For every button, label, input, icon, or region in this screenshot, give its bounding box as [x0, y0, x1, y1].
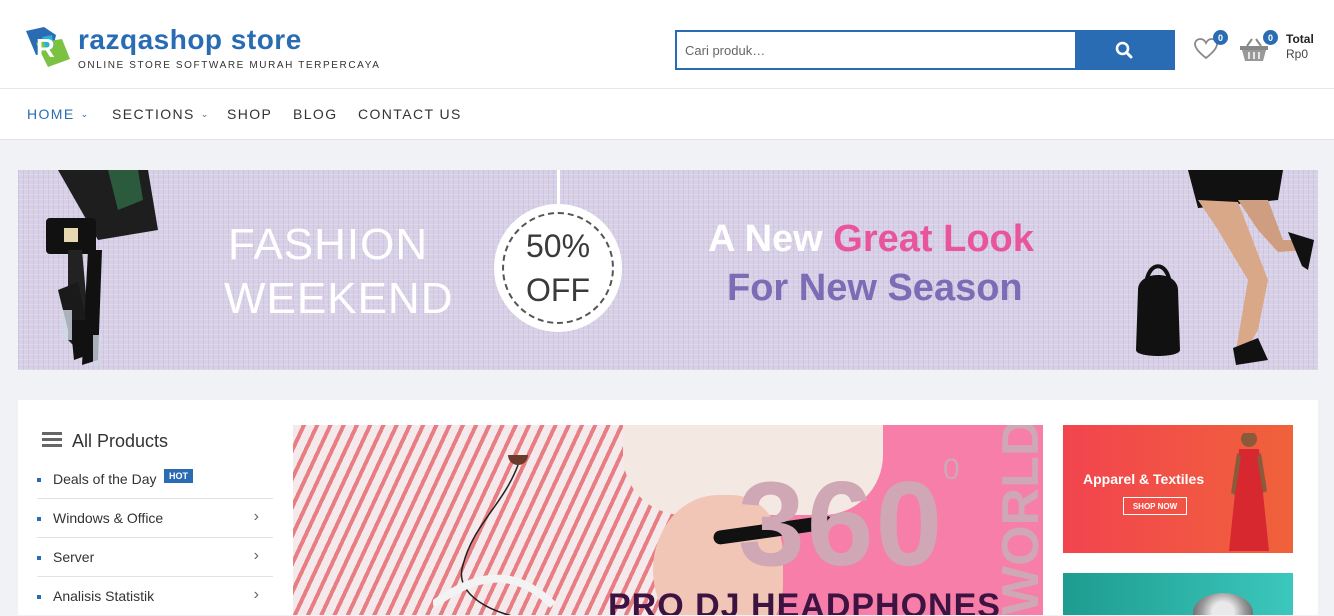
discount-off: OFF: [526, 272, 590, 308]
hero-tagline-line1: A New Great Look: [708, 218, 1034, 261]
svg-text:R: R: [36, 33, 55, 63]
bullet-icon: [37, 595, 41, 599]
wishlist-count-badge: 0: [1213, 30, 1228, 45]
nav-sections-label: SECTIONS: [112, 106, 195, 122]
nav-home-label: HOME: [27, 106, 75, 122]
main-nav: HOME ⌄ SECTIONS ⌄ SHOP BLOG CONTACT US: [0, 89, 1334, 140]
fashion-model-left-image: [46, 170, 158, 365]
model-in-red-dress-image: [1229, 433, 1269, 551]
menu-icon[interactable]: [42, 432, 62, 448]
category-item[interactable]: Analisis Statistik ›: [37, 577, 273, 616]
bullet-icon: [37, 478, 41, 482]
discount-percent: 50%: [525, 228, 591, 264]
chevron-down-icon: ⌄: [80, 109, 90, 119]
bullet-icon: [37, 556, 41, 560]
jewelry-image: [1193, 593, 1253, 615]
apparel-promo-title: Apparel & Textiles: [1083, 471, 1205, 487]
hero-banner[interactable]: FASHION WEEKEND 50% OFF A New Great Look…: [18, 170, 1318, 370]
promo-big-number: 360: [738, 457, 945, 591]
promo-degree: 0: [943, 453, 960, 486]
category-label: Analisis Statistik: [53, 588, 155, 604]
cart-total-label[interactable]: Total: [1286, 32, 1314, 46]
nav-contact-us[interactable]: CONTACT US: [358, 106, 462, 122]
search-bar: [675, 30, 1175, 70]
search-icon: [1115, 41, 1133, 59]
jewelry-promo-banner[interactable]: [1063, 573, 1293, 615]
cart-total-value[interactable]: Rp0: [1286, 47, 1308, 61]
fashion-model-right-image: [1136, 170, 1314, 365]
search-button[interactable]: [1075, 32, 1173, 68]
nav-sections[interactable]: SECTIONS ⌄: [112, 106, 210, 122]
headphones-promo-banner[interactable]: 360 0 WORLD PRO DJ HEADPHONES: [293, 425, 1043, 615]
nav-home[interactable]: HOME ⌄: [27, 106, 90, 122]
hero-tagline-part2: Great Look: [833, 218, 1034, 260]
apparel-promo-banner[interactable]: Apparel & Textiles SHOP NOW: [1063, 425, 1293, 553]
hero-tagline-part1: A New: [708, 218, 834, 260]
chevron-right-icon: ›: [253, 586, 259, 603]
chevron-right-icon: ›: [253, 508, 259, 525]
category-label: Windows & Office: [53, 510, 164, 526]
chevron-right-icon: ›: [253, 547, 259, 564]
site-tagline: ONLINE STORE SOFTWARE MURAH TERPERCAYA: [78, 60, 381, 71]
site-header: R razqashop store ONLINE STORE SOFTWARE …: [0, 0, 1334, 89]
search-input[interactable]: [677, 32, 1075, 68]
category-label: Server: [53, 549, 95, 565]
badge-hanger: [557, 170, 560, 208]
category-item[interactable]: Deals of the Day HOT: [37, 460, 273, 499]
category-item[interactable]: Windows & Office ›: [37, 499, 273, 538]
hero-heading-line2: WEEKEND: [224, 274, 454, 323]
hero-tagline-line2: For New Season: [727, 267, 1023, 309]
cart-count-badge: 0: [1263, 30, 1278, 45]
nav-shop[interactable]: SHOP: [227, 106, 272, 122]
bullet-icon: [37, 517, 41, 521]
hero-heading-line1: FASHION: [228, 220, 429, 269]
promo-headline: PRO DJ HEADPHONES: [608, 587, 1001, 615]
site-title[interactable]: razqashop store: [78, 24, 302, 56]
nav-blog[interactable]: BLOG: [293, 106, 338, 122]
chevron-down-icon: ⌄: [200, 109, 210, 119]
logo-icon[interactable]: R: [22, 25, 74, 69]
wishlist-button[interactable]: 0: [1193, 30, 1228, 62]
all-products-title[interactable]: All Products: [72, 431, 168, 452]
category-label: Deals of the Day: [53, 471, 157, 487]
shop-now-button[interactable]: SHOP NOW: [1123, 497, 1187, 515]
category-item[interactable]: Server ›: [37, 538, 273, 577]
cart-button[interactable]: 0: [1238, 30, 1278, 64]
hot-badge: HOT: [164, 469, 193, 483]
